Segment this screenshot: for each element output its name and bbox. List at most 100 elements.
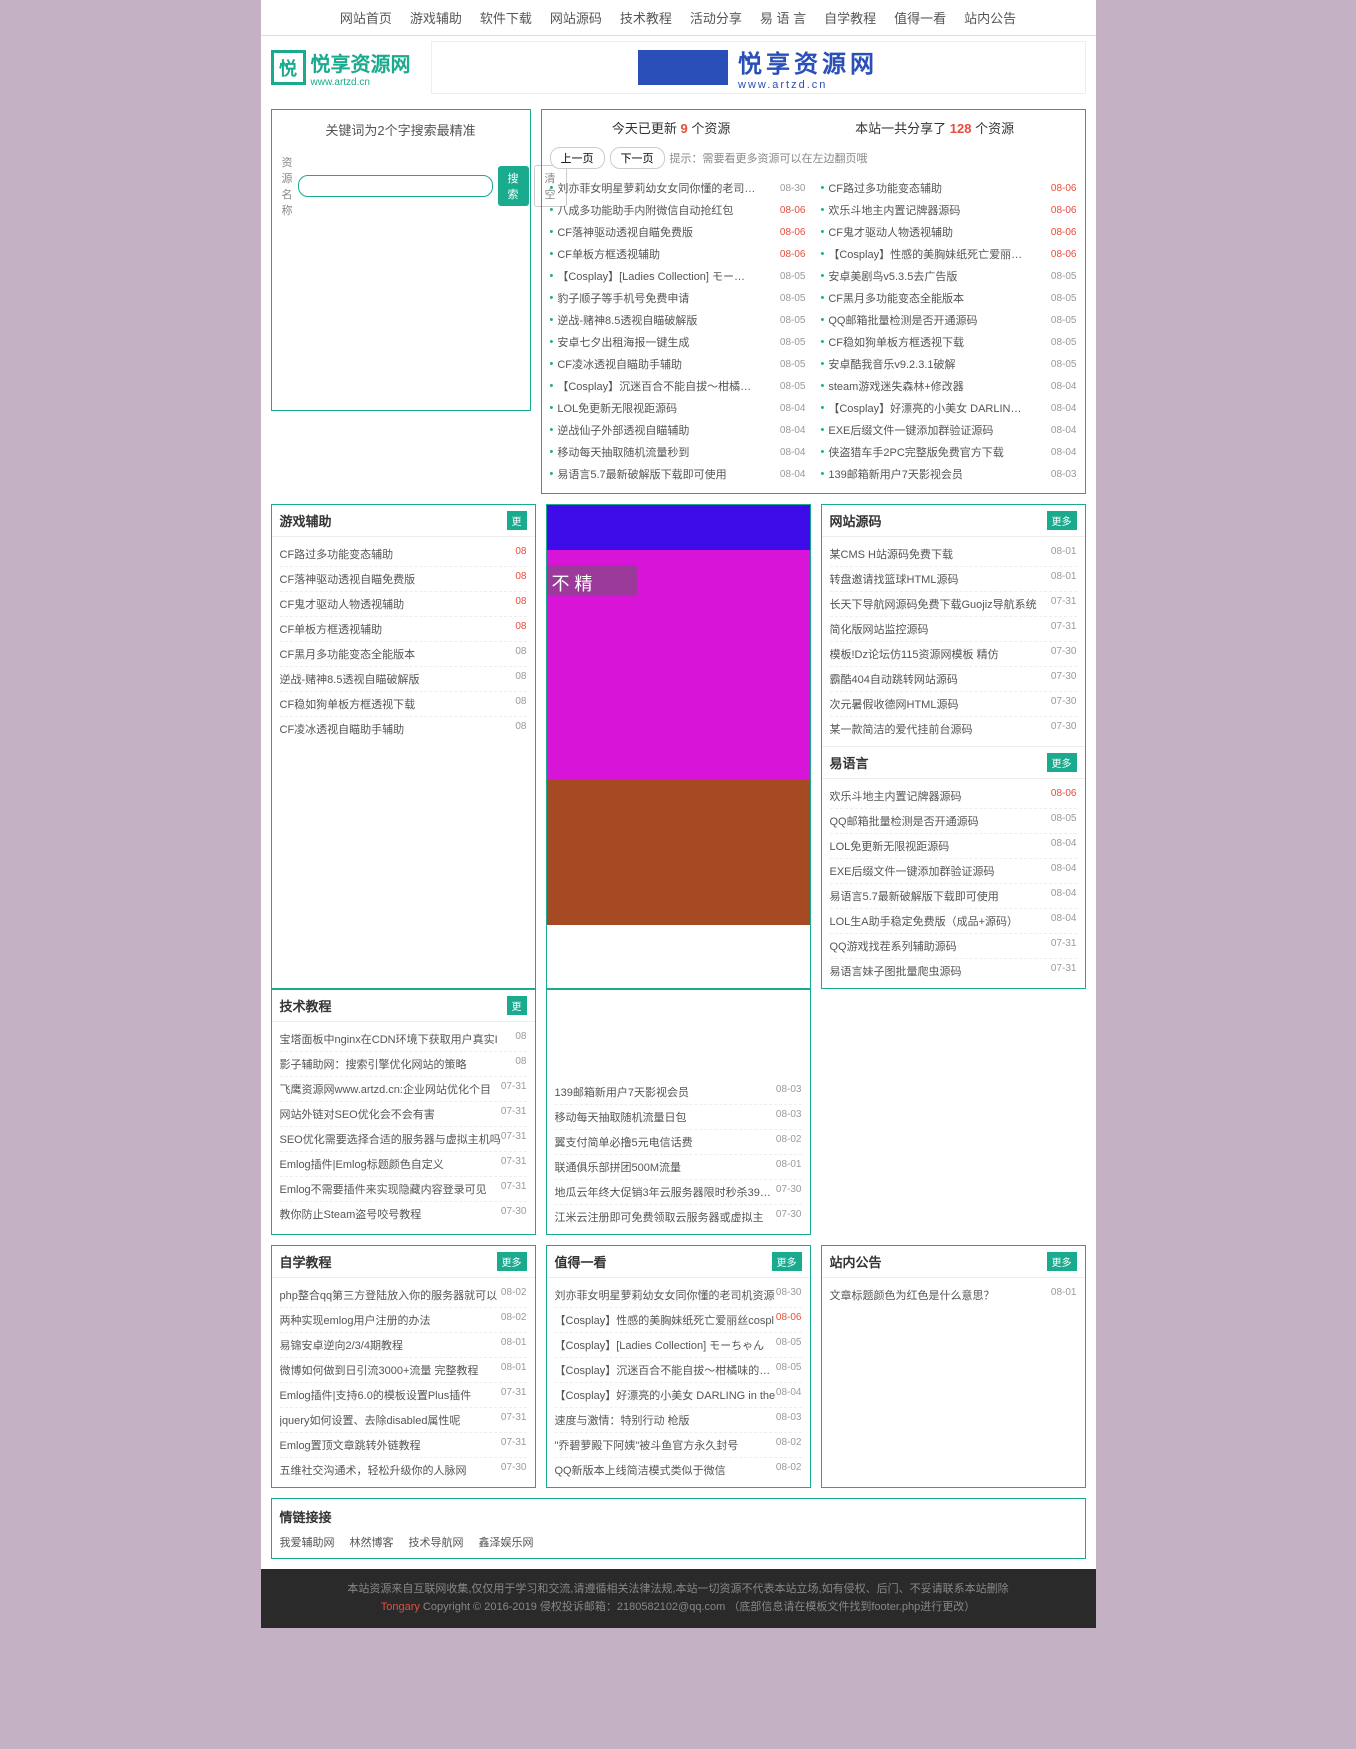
list-item[interactable]: SEO优化需要选择合适的服务器与虚拟主机吗07-31	[280, 1127, 527, 1152]
list-item[interactable]: 某一款简洁的爱代挂前台源码07-30	[830, 717, 1077, 741]
list-item[interactable]: 【Cosplay】[Ladies Collection] モーちゃん08-05	[555, 1333, 802, 1358]
resource-item[interactable]: 139邮箱新用户7天影视会员08-03	[821, 463, 1077, 485]
list-item[interactable]: 移动每天抽取随机流量日包08-03	[555, 1105, 802, 1130]
list-item[interactable]: 【Cosplay】好漂亮的小美女 DARLING in the08-04	[555, 1383, 802, 1408]
list-item[interactable]: 欢乐斗地主内置记牌器源码08-06	[830, 784, 1077, 809]
prev-page-button[interactable]: 上一页	[550, 147, 605, 169]
next-page-button[interactable]: 下一页	[610, 147, 665, 169]
nav-item[interactable]: 值得一看	[894, 8, 946, 27]
resource-item[interactable]: 安卓七夕出租海报一键生成08-05	[550, 331, 806, 353]
list-item[interactable]: 139邮箱新用户7天影视会员08-03	[555, 1080, 802, 1105]
resource-item[interactable]: EXE后缀文件一键添加群验证源码08-04	[821, 419, 1077, 441]
resource-item[interactable]: 豹子顺子等手机号免费申请08-05	[550, 287, 806, 309]
list-item[interactable]: 微博如何做到日引流3000+流量 完整教程08-01	[280, 1358, 527, 1383]
nav-item[interactable]: 站内公告	[964, 8, 1016, 27]
friend-link[interactable]: 林然博客	[350, 1534, 394, 1550]
list-item[interactable]: 【Cosplay】沉迷百合不能自拔～柑橘味的香味08-05	[555, 1358, 802, 1383]
nav-item[interactable]: 网站源码	[550, 8, 602, 27]
search-input[interactable]	[298, 175, 493, 197]
list-item[interactable]: 【Cosplay】性感的美胸妹纸死亡爱丽丝cospl08-06	[555, 1308, 802, 1333]
nav-item[interactable]: 技术教程	[620, 8, 672, 27]
nav-item[interactable]: 活动分享	[690, 8, 742, 27]
resource-item[interactable]: 安卓美剧鸟v5.3.5去广告版08-05	[821, 265, 1077, 287]
logo[interactable]: 悦 悦享资源网 www.artzd.cn	[271, 48, 411, 88]
list-item[interactable]: 霸酷404自动跳转网站源码07-30	[830, 667, 1077, 692]
nav-item[interactable]: 软件下载	[480, 8, 532, 27]
resource-item[interactable]: CF稳如狗单板方框透视下载08-05	[821, 331, 1077, 353]
resource-item[interactable]: CF单板方框透视辅助08-06	[550, 243, 806, 265]
resource-item[interactable]: CF鬼才驱动人物透视辅助08-06	[821, 221, 1077, 243]
list-item[interactable]: 易语言5.7最新破解版下载即可使用08-04	[830, 884, 1077, 909]
list-item[interactable]: LOL生A助手稳定免费版（成品+源码）08-04	[830, 909, 1077, 934]
list-item[interactable]: QQ新版本上线简洁模式类似于微信08-02	[555, 1458, 802, 1482]
list-item[interactable]: CF单板方框透视辅助08	[280, 617, 527, 642]
list-item[interactable]: CF落神驱动透视自瞄免费版08	[280, 567, 527, 592]
friend-link[interactable]: 我爱辅助网	[280, 1534, 335, 1550]
more-button[interactable]: 更多	[1047, 753, 1077, 772]
resource-item[interactable]: 【Cosplay】沉迷百合不能自拔～柑橘…08-05	[550, 375, 806, 397]
list-item[interactable]: jquery如何设置、去除disabled属性呢07-31	[280, 1408, 527, 1433]
resource-item[interactable]: 移动每天抽取随机流量秒到08-04	[550, 441, 806, 463]
nav-item[interactable]: 自学教程	[824, 8, 876, 27]
resource-item[interactable]: 刘亦菲女明星萝莉幼女女同你懂的老司…08-30	[550, 177, 806, 199]
list-item[interactable]: 网站外链对SEO优化会不会有害07-31	[280, 1102, 527, 1127]
resource-item[interactable]: 八成多功能助手内附微信自动抢红包08-06	[550, 199, 806, 221]
resource-item[interactable]: 侠盗猎车手2PC完整版免费官方下载08-04	[821, 441, 1077, 463]
banner[interactable]: 悦享资源网 www.artzd.cn	[431, 41, 1086, 94]
list-item[interactable]: 易锦安卓逆向2/3/4期教程08-01	[280, 1333, 527, 1358]
list-item[interactable]: 飞鹰资源网www.artzd.cn:企业网站优化个目07-31	[280, 1077, 527, 1102]
list-item[interactable]: Emlog插件|支持6.0的模板设置Plus插件07-31	[280, 1383, 527, 1408]
list-item[interactable]: 模板!Dz论坛仿115资源网模板 精仿07-30	[830, 642, 1077, 667]
resource-item[interactable]: CF落神驱动透视自瞄免费版08-06	[550, 221, 806, 243]
resource-item[interactable]: 【Cosplay】[Ladies Collection] モー…08-05	[550, 265, 806, 287]
list-item[interactable]: 教你防止Steam盗号咬号教程07-30	[280, 1202, 527, 1226]
resource-item[interactable]: 逆战仙子外部透视自瞄辅助08-04	[550, 419, 806, 441]
friend-link[interactable]: 鑫泽娱乐网	[479, 1534, 534, 1550]
list-item[interactable]: 速度与激情：特别行动 枪版08-03	[555, 1408, 802, 1433]
resource-item[interactable]: 易语言5.7最新破解版下载即可使用08-04	[550, 463, 806, 485]
more-button[interactable]: 更多	[772, 1252, 802, 1271]
more-button[interactable]: 更多	[497, 1252, 527, 1271]
list-item[interactable]: 长天下导航网源码免费下载Guojiz导航系统07-31	[830, 592, 1077, 617]
list-item[interactable]: Emlog置顶文章跳转外链教程07-31	[280, 1433, 527, 1458]
list-item[interactable]: CF黑月多功能变态全能版本08	[280, 642, 527, 667]
list-item[interactable]: CF鬼才驱动人物透视辅助08	[280, 592, 527, 617]
resource-item[interactable]: CF凌冰透视自瞄助手辅助08-05	[550, 353, 806, 375]
list-item[interactable]: 江米云注册即可免费领取云服务器或虚拟主07-30	[555, 1205, 802, 1229]
list-item[interactable]: LOL免更新无限视距源码08-04	[830, 834, 1077, 859]
list-item[interactable]: QQ游戏找茬系列辅助源码07-31	[830, 934, 1077, 959]
list-item[interactable]: Emlog不需要插件来实现隐藏内容登录可见07-31	[280, 1177, 527, 1202]
list-item[interactable]: 宝塔面板中nginx在CDN环境下获取用户真实I08	[280, 1027, 527, 1052]
resource-item[interactable]: 【Cosplay】性感的美胸妹纸死亡爱丽…08-06	[821, 243, 1077, 265]
list-item[interactable]: php整合qq第三方登陆放入你的服务器就可以08-02	[280, 1283, 527, 1308]
list-item[interactable]: 易语言妹子图批量爬虫源码07-31	[830, 959, 1077, 983]
list-item[interactable]: CF路过多功能变态辅助08	[280, 542, 527, 567]
more-button[interactable]: 更多	[1047, 511, 1077, 530]
list-item[interactable]: 联通俱乐部拼团500M流量08-01	[555, 1155, 802, 1180]
resource-item[interactable]: QQ邮箱批量检测是否开通源码08-05	[821, 309, 1077, 331]
list-item[interactable]: QQ邮箱批量检测是否开通源码08-05	[830, 809, 1077, 834]
more-button[interactable]: 更	[507, 511, 527, 530]
friend-link[interactable]: 技术导航网	[409, 1534, 464, 1550]
list-item[interactable]: EXE后缀文件一键添加群验证源码08-04	[830, 859, 1077, 884]
list-item[interactable]: 简化版网站监控源码07-31	[830, 617, 1077, 642]
list-item[interactable]: 次元暑假收德网HTML源码07-30	[830, 692, 1077, 717]
resource-item[interactable]: 欢乐斗地主内置记牌器源码08-06	[821, 199, 1077, 221]
resource-item[interactable]: CF黑月多功能变态全能版本08-05	[821, 287, 1077, 309]
nav-item[interactable]: 易 语 言	[760, 8, 806, 27]
resource-item[interactable]: 【Cosplay】好漂亮的小美女 DARLIN…08-04	[821, 397, 1077, 419]
nav-item[interactable]: 网站首页	[340, 8, 392, 27]
list-item[interactable]: 两种实现emlog用户注册的办法08-02	[280, 1308, 527, 1333]
list-item[interactable]: 地瓜云年终大促销3年云服务器限时秒杀399元07-30	[555, 1180, 802, 1205]
list-item[interactable]: 某CMS H站源码免费下载08-01	[830, 542, 1077, 567]
resource-item[interactable]: 逆战-赌神8.5透视自瞄破解版08-05	[550, 309, 806, 331]
list-item[interactable]: "乔碧萝殿下阿姨"被斗鱼官方永久封号08-02	[555, 1433, 802, 1458]
resource-item[interactable]: LOL免更新无限视距源码08-04	[550, 397, 806, 419]
resource-item[interactable]: CF路过多功能变态辅助08-06	[821, 177, 1077, 199]
list-item[interactable]: 转盘邀请找篮球HTML源码08-01	[830, 567, 1077, 592]
list-item[interactable]: 翼支付简单必撸5元电信话费08-02	[555, 1130, 802, 1155]
list-item[interactable]: 五维社交沟通术，轻松升级你的人脉网07-30	[280, 1458, 527, 1482]
more-button[interactable]: 更	[507, 996, 527, 1015]
list-item[interactable]: Emlog插件|Emlog标题颜色自定义07-31	[280, 1152, 527, 1177]
resource-item[interactable]: 安卓酷我音乐v9.2.3.1破解08-05	[821, 353, 1077, 375]
